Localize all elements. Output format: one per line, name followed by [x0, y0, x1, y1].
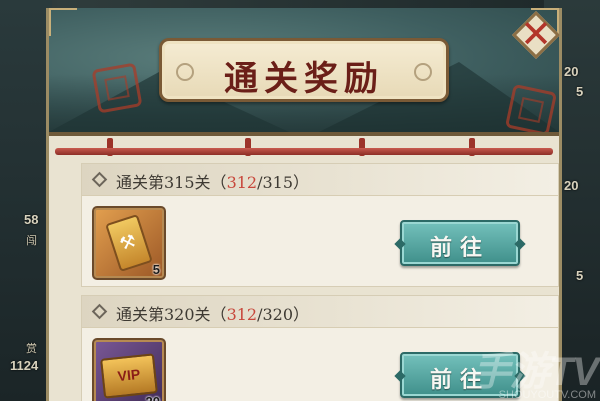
corner-ornament [49, 8, 77, 36]
background-right-number-3: 20 [564, 178, 579, 193]
token-icon [105, 213, 153, 273]
game-screen: 闯 58 赏 1124 20 5 20 5 通关奖励 ✕ 通关第315关（312… [0, 0, 600, 401]
background-left-menu: 闯 58 赏 1124 [0, 0, 52, 401]
progress-target: 315 [262, 173, 294, 192]
dialog-header: 通关奖励 [49, 8, 559, 136]
reward-condition: 通关第315关（312/315） [116, 169, 309, 193]
vip-ticket-text: VIP [116, 365, 141, 385]
watermark-url: SHOUYOUTV.COM [498, 389, 596, 401]
reward-card-header: 通关第315关（312/315） [82, 164, 558, 196]
reward-condition: 通关第320关（312/320） [116, 301, 309, 325]
go-button[interactable]: 前往 [400, 220, 520, 266]
close-icon: ✕ [520, 12, 552, 56]
seal-stamp-icon [504, 83, 558, 132]
paren: （ [210, 305, 227, 324]
close-button[interactable]: ✕ [511, 10, 561, 60]
reward-condition-label: 通关第315关 [116, 173, 211, 192]
vip-ticket-icon: VIP [100, 353, 158, 399]
diamond-bullet-icon [91, 171, 108, 188]
progress-current: 312 [226, 173, 258, 192]
reward-card: 通关第315关（312/315） 5 前往 [81, 163, 559, 287]
progress-target: 320 [262, 305, 294, 324]
reward-condition-label: 通关第320关 [116, 305, 211, 324]
reward-item-slot[interactable]: 5 [92, 206, 166, 280]
item-count: 20 [146, 394, 160, 401]
background-right-number-4: 5 [576, 268, 584, 283]
title-plaque: 通关奖励 [159, 38, 449, 102]
scroll-rod [55, 148, 553, 155]
reward-card-header: 通关第320关（312/320） [82, 296, 558, 328]
paren: （ [210, 173, 227, 192]
reward-item-slot[interactable]: VIP 20 [92, 338, 166, 401]
background-right-number-1: 20 [564, 64, 579, 79]
paren: ） [293, 173, 310, 192]
background-left-label: 闯 [26, 234, 37, 247]
background-left-number: 1124 [10, 358, 39, 373]
dialog-title: 通关奖励 [224, 59, 384, 99]
paren: ） [293, 305, 310, 324]
background-right-number-2: 5 [576, 84, 584, 99]
diamond-bullet-icon [91, 303, 108, 320]
seal-stamp-icon [91, 62, 143, 114]
background-left-number-2: 58 [24, 212, 39, 227]
progress-current: 312 [226, 305, 258, 324]
item-count: 5 [152, 262, 160, 277]
background-left-label-2: 赏 [26, 342, 37, 355]
go-button-label: 前往 [429, 235, 490, 261]
